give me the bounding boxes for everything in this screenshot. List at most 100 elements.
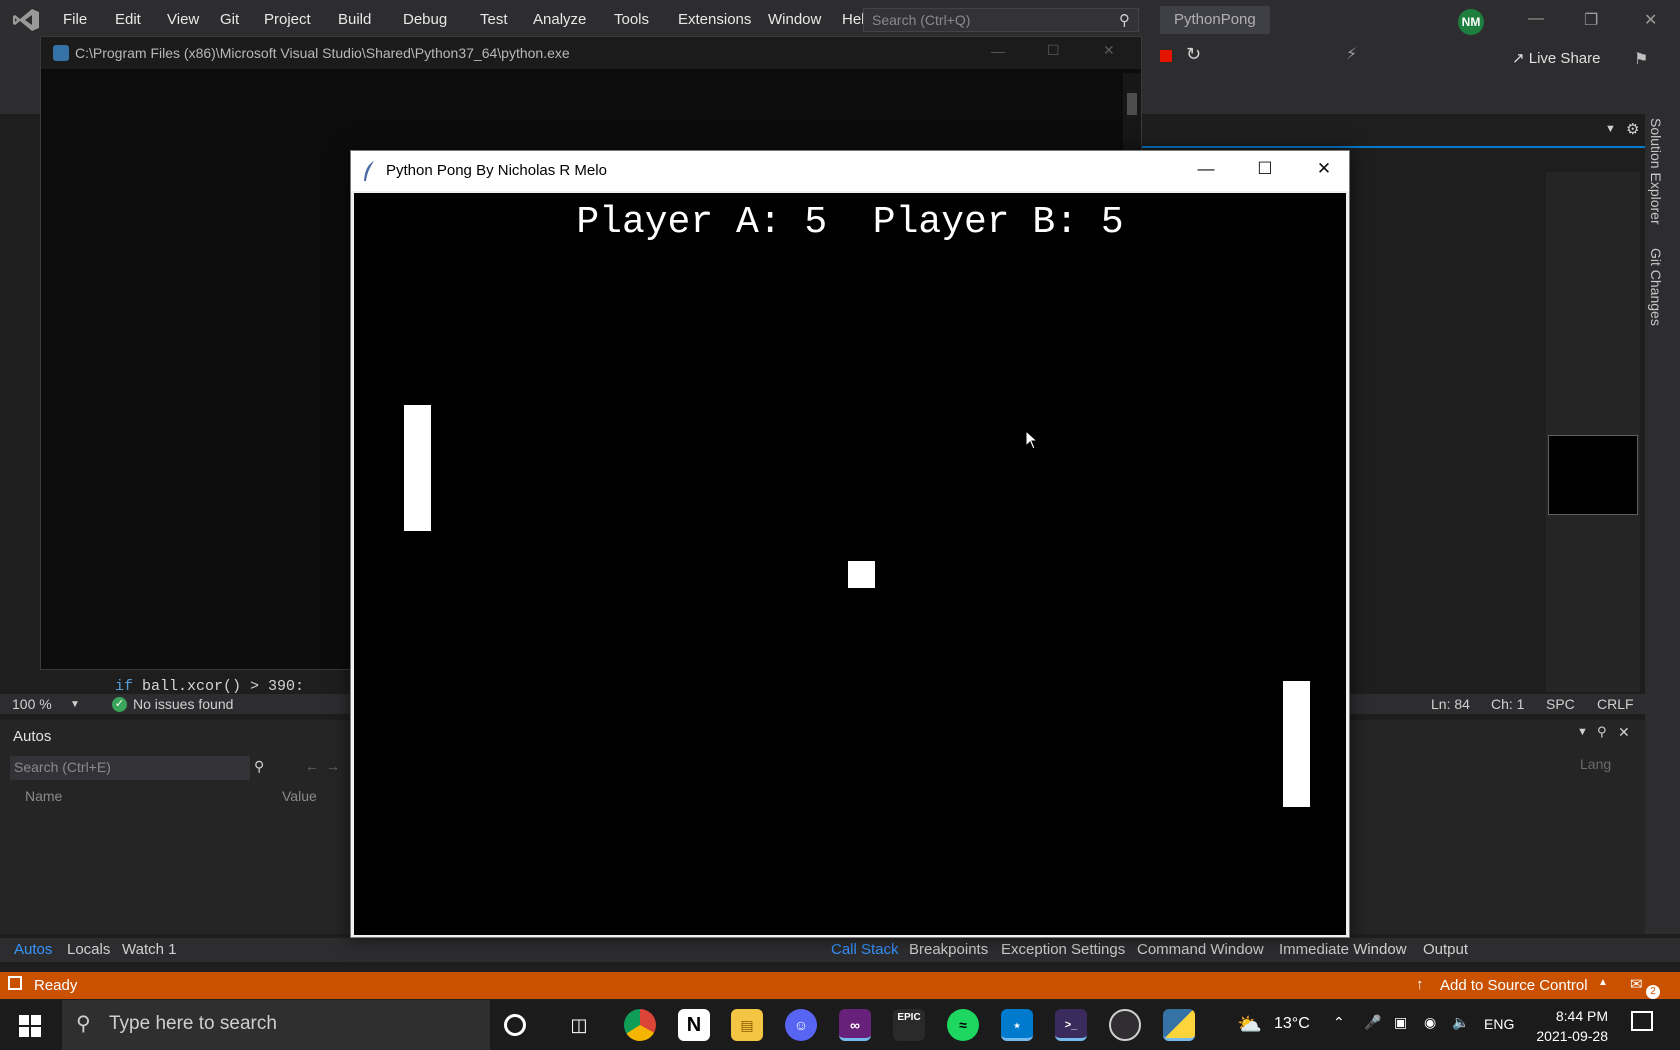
visual-studio-icon[interactable]: ∞	[839, 1009, 871, 1041]
obs-icon[interactable]	[1109, 1009, 1141, 1041]
cortana-icon[interactable]	[504, 1014, 526, 1036]
pong-canvas[interactable]: Player A: 5 Player B: 5	[354, 193, 1346, 935]
taskbar-search-box[interactable]: ⚲ Type here to search	[62, 1000, 490, 1050]
menu-analyze[interactable]: Analyze	[533, 11, 586, 28]
live-share-button[interactable]: ↗ Live Share	[1512, 49, 1600, 67]
column-name[interactable]: Name	[25, 788, 62, 804]
column-language[interactable]: Lang	[1580, 756, 1611, 772]
tab-accent-line	[1100, 146, 1645, 148]
hot-reload-icon[interactable]: ⚡	[1346, 44, 1357, 64]
dropdown-arrow-icon[interactable]: ▼	[1605, 123, 1616, 135]
code-line[interactable]: if ball.xcor() > 390:	[115, 678, 304, 695]
notion-icon[interactable]: N	[678, 1009, 710, 1041]
tab-locals[interactable]: Locals	[67, 941, 110, 958]
tab-solution-explorer[interactable]: Solution Explorer	[1648, 118, 1664, 225]
tab-watch-1[interactable]: Watch 1	[122, 941, 176, 958]
wifi-icon[interactable]: ◉	[1424, 1014, 1436, 1031]
menu-file[interactable]: File	[63, 11, 87, 28]
menu-git[interactable]: Git	[220, 11, 239, 28]
discord-icon[interactable]: ☺	[785, 1009, 817, 1041]
tab-breakpoints[interactable]: Breakpoints	[909, 941, 988, 958]
feedback-icon[interactable]: ⚑	[1634, 49, 1648, 69]
tray-chevron-icon[interactable]: ⌃	[1333, 1014, 1345, 1031]
camera-icon[interactable]: ▣	[1394, 1014, 1407, 1031]
pin-icon[interactable]: ⚲	[1597, 724, 1607, 740]
tab-command-window[interactable]: Command Window	[1137, 941, 1264, 958]
forward-arrow-icon[interactable]: →	[326, 758, 340, 774]
menu-edit[interactable]: Edit	[115, 11, 141, 28]
stop-debugging-icon[interactable]	[1160, 50, 1172, 62]
python-icon[interactable]	[1163, 1009, 1195, 1041]
user-avatar[interactable]: NM	[1458, 9, 1484, 35]
console-close-icon[interactable]: ✕	[1103, 42, 1115, 59]
project-name-badge: PythonPong	[1160, 6, 1270, 34]
zoom-level[interactable]: 100 %	[12, 696, 52, 712]
panel-dropdown-icon[interactable]: ▼	[1577, 726, 1588, 738]
panel-close-icon[interactable]: ✕	[1618, 724, 1630, 741]
minimize-icon[interactable]: —	[1528, 10, 1544, 28]
chrome-icon[interactable]	[624, 1009, 656, 1041]
windows-start-icon[interactable]	[19, 1015, 41, 1037]
microphone-icon[interactable]: 🎤	[1364, 1014, 1381, 1031]
menu-extensions[interactable]: Extensions	[678, 11, 751, 28]
line-ending[interactable]: CRLF	[1597, 696, 1634, 712]
menu-project[interactable]: Project	[264, 11, 311, 28]
restart-icon[interactable]: ↻	[1186, 44, 1201, 65]
tab-git-changes[interactable]: Git Changes	[1648, 248, 1664, 326]
settings-gear-icon[interactable]: ⚙	[1626, 120, 1639, 138]
notification-count: 2	[1646, 985, 1660, 999]
pong-title-bar[interactable]: Python Pong By Nicholas R Melo — ☐ ✕	[351, 151, 1349, 191]
menu-test[interactable]: Test	[480, 11, 508, 28]
status-bar: Ready ↑ Add to Source Control ▲ ✉ 2	[0, 972, 1680, 999]
input-language[interactable]: ENG	[1484, 1016, 1514, 1032]
restore-icon[interactable]: ❐	[1584, 10, 1598, 30]
menu-build[interactable]: Build	[338, 11, 371, 28]
tab-call-stack[interactable]: Call Stack	[831, 941, 899, 958]
console-maximize-icon[interactable]: ☐	[1047, 42, 1060, 59]
tab-exception-settings[interactable]: Exception Settings	[1001, 941, 1125, 958]
terminal-icon[interactable]: >_	[1055, 1009, 1087, 1041]
arrow-up-icon: ↑	[1416, 976, 1424, 993]
issues-status[interactable]: No issues found	[133, 696, 233, 712]
caret-up-icon[interactable]: ▲	[1598, 977, 1608, 988]
vs-code-icon[interactable]: ⋆	[1001, 1009, 1033, 1041]
spotify-icon[interactable]: ≈	[947, 1009, 979, 1041]
check-circle-icon: ✓	[112, 697, 127, 712]
pong-maximize-icon[interactable]: ☐	[1253, 159, 1277, 183]
add-to-source-control[interactable]: Add to Source Control	[1440, 977, 1588, 994]
weather-icon[interactable]: ⛅	[1237, 1012, 1262, 1037]
minimap-viewport[interactable]	[1548, 435, 1638, 515]
menu-view[interactable]: View	[167, 11, 199, 28]
right-tool-strip	[1645, 114, 1680, 934]
tab-immediate-window[interactable]: Immediate Window	[1279, 941, 1407, 958]
back-arrow-icon[interactable]: ←	[305, 758, 319, 774]
volume-icon[interactable]: 🔈	[1452, 1014, 1469, 1031]
console-minimize-icon[interactable]: —	[991, 43, 1005, 59]
task-view-icon[interactable]: ◫	[563, 1009, 595, 1041]
close-icon[interactable]: ✕	[1644, 10, 1657, 30]
pong-minimize-icon[interactable]: —	[1194, 159, 1218, 183]
tray-clock[interactable]: 8:44 PM 2021-09-28	[1536, 1006, 1608, 1046]
vs-search-input[interactable]: Search (Ctrl+Q) ⚲	[863, 8, 1139, 32]
search-icon[interactable]: ⚲	[254, 758, 264, 775]
code-minimap[interactable]	[1546, 172, 1640, 692]
tab-autos[interactable]: Autos	[14, 941, 52, 958]
file-explorer-icon[interactable]: ▤	[731, 1009, 763, 1041]
autos-panel-title: Autos	[13, 728, 52, 745]
epic-games-icon[interactable]: EPIC	[893, 1009, 925, 1041]
pong-close-icon[interactable]: ✕	[1312, 159, 1336, 183]
column-value[interactable]: Value	[282, 788, 317, 804]
tab-output[interactable]: Output	[1423, 941, 1468, 958]
menu-window[interactable]: Window	[768, 11, 821, 28]
menu-tools[interactable]: Tools	[614, 11, 649, 28]
menu-debug[interactable]: Debug	[403, 11, 447, 28]
notifications-bell-icon[interactable]: ✉	[1630, 975, 1643, 993]
autos-search-input[interactable]: Search (Ctrl+E)	[10, 756, 250, 780]
column-number: Ch: 1	[1491, 696, 1525, 712]
action-center-icon[interactable]	[1631, 1011, 1653, 1031]
windows-taskbar: ⚲ Type here to search ◫ N ▤ ☺ ∞ EPIC ≈ ⋆…	[0, 1000, 1680, 1050]
weather-temperature[interactable]: 13°C	[1274, 1015, 1310, 1033]
chevron-down-icon[interactable]: ▼	[70, 699, 80, 710]
console-scroll-thumb[interactable]	[1127, 93, 1137, 115]
spacing-mode[interactable]: SPC	[1546, 696, 1575, 712]
